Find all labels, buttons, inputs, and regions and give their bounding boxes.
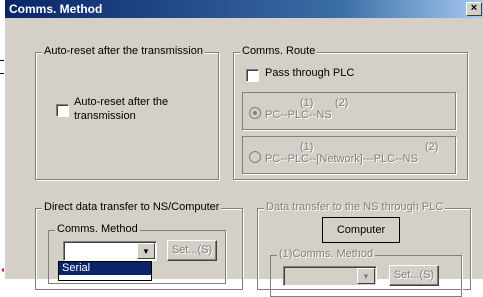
comms-method-combo[interactable]: ▼ [63, 241, 157, 261]
direct-comms-method-title: Comms. Method [55, 223, 140, 235]
dialog-title: Comms. Method [9, 2, 103, 16]
route-option-1-path: PC--PLC--NS [265, 109, 332, 121]
direct-set-button[interactable]: Set...(S) [167, 240, 217, 261]
comms-route-group: Comms. Route Pass through PLC (1) (2) PC… [233, 45, 468, 180]
radio-selected-dot [253, 111, 257, 115]
pass-through-plc-checkbox[interactable] [246, 69, 259, 82]
pass-through-plc-label: Pass through PLC [265, 67, 355, 79]
dropdown-arrow-icon[interactable]: ▼ [357, 268, 375, 284]
auto-reset-group-title: Auto-reset after the transmission [42, 45, 205, 57]
title-bar[interactable]: Comms. Method × [5, 0, 483, 18]
route-option-2-box: (1) (2) PC--PLC--[Network]---PLC--NS [242, 136, 456, 174]
comms-method-dialog: Comms. Method × Auto-reset after the tra… [4, 0, 483, 297]
close-button[interactable]: × [466, 2, 482, 16]
through-plc-group: Data transfer to the NS through PLC Comp… [257, 201, 471, 297]
route-option-2-num-b: (2) [425, 141, 439, 153]
route-option-1-num-a: (1) [300, 97, 314, 109]
route-option-1-radio[interactable] [249, 107, 261, 119]
comms-method-dropdown-list: Serial [58, 261, 152, 281]
dropdown-arrow-icon[interactable]: ▼ [137, 243, 155, 259]
auto-reset-label-line1: Auto-reset after the [74, 96, 169, 108]
auto-reset-group: Auto-reset after the transmission Auto-r… [35, 45, 219, 180]
auto-reset-checkbox[interactable] [56, 104, 69, 117]
plc-comms-method-combo[interactable]: ▼ [283, 266, 377, 286]
through-plc-group-title: Data transfer to the NS through PLC [264, 201, 446, 213]
plc-comms-method-title: (1)Comms. Method [277, 248, 376, 260]
dropdown-option-serial[interactable]: Serial [59, 262, 151, 275]
route-option-2-num-a: (1) [300, 141, 314, 153]
route-option-1-num-b: (2) [335, 97, 349, 109]
route-option-1-box: (1) (2) PC--PLC--NS [242, 92, 456, 130]
plc-comms-method-subgroup: (1)Comms. Method ▼ Set...(S) [270, 248, 462, 297]
comms-route-group-title: Comms. Route [240, 45, 318, 57]
computer-button[interactable]: Computer [322, 217, 400, 243]
route-option-2-path: PC--PLC--[Network]---PLC--NS [265, 153, 418, 165]
direct-transfer-group-title: Direct data transfer to NS/Computer [42, 201, 222, 213]
route-option-2-radio[interactable] [249, 151, 261, 163]
plc-set-button[interactable]: Set...(S) [389, 265, 439, 286]
auto-reset-label-line2: transmission [74, 110, 136, 122]
